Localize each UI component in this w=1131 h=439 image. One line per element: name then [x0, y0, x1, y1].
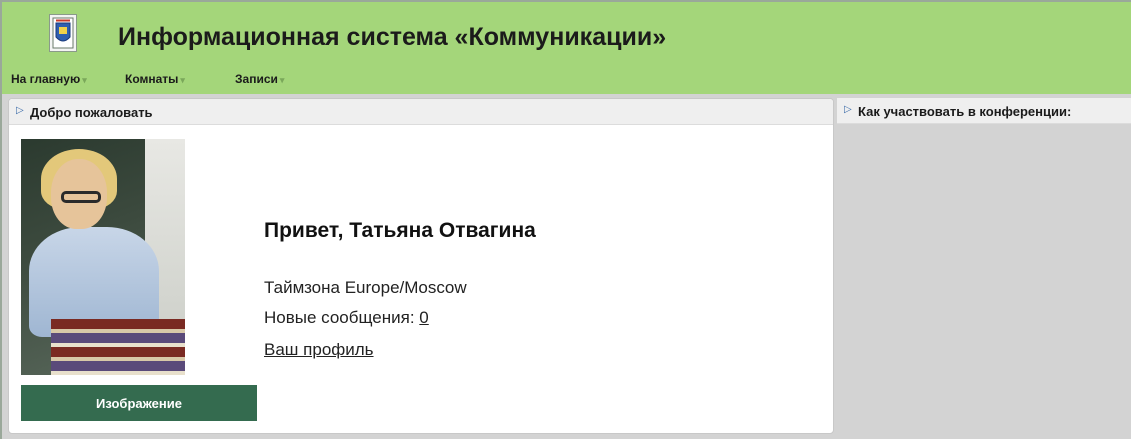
main-nav: На главную ▾ Комнаты ▾ Записи ▾: [11, 72, 284, 86]
chevron-down-icon: ▾: [82, 75, 87, 85]
nav-item-rooms[interactable]: Комнаты ▾: [120, 72, 227, 86]
welcome-panel: ▷ Добро пожаловать Изображение Привет, Т…: [8, 98, 834, 434]
expand-arrow-icon[interactable]: ▷: [16, 105, 24, 116]
profile-line: Ваш профиль: [264, 340, 374, 360]
profile-link[interactable]: Ваш профиль: [264, 340, 374, 359]
nav-item-home[interactable]: На главную ▾: [11, 72, 120, 86]
chevron-down-icon: ▾: [279, 75, 285, 85]
timezone-value: Europe/Moscow: [344, 278, 467, 297]
welcome-panel-title: Добро пожаловать: [30, 105, 153, 120]
nav-item-label: Записи: [235, 72, 278, 86]
conference-panel-title: Как участвовать в конференции:: [858, 104, 1072, 119]
nav-item-label: На главную: [11, 72, 81, 86]
conference-panel-header[interactable]: ▷ Как участвовать в конференции:: [837, 98, 1131, 124]
nav-item-label: Комнаты: [125, 72, 179, 86]
emblem-logo-icon[interactable]: [49, 14, 77, 52]
expand-arrow-icon[interactable]: ▷: [844, 104, 852, 115]
chevron-down-icon: ▾: [180, 75, 185, 85]
messages-label: Новые сообщения:: [264, 308, 415, 327]
nav-item-records[interactable]: Записи ▾: [227, 72, 284, 86]
photo-books: [51, 319, 185, 375]
timezone-label: Таймзона: [264, 278, 340, 297]
messages-line: Новые сообщения: 0: [264, 308, 429, 328]
change-image-button[interactable]: Изображение: [21, 385, 257, 421]
conference-panel-body: [837, 125, 1131, 439]
app-header: Информационная система «Коммуникации» На…: [2, 2, 1131, 94]
user-avatar-photo: [21, 139, 185, 375]
timezone-line: Таймзона Europe/Moscow: [264, 278, 467, 298]
greeting-heading: Привет, Татьяна Отвагина: [264, 219, 536, 242]
photo-figure-glasses: [61, 191, 101, 203]
messages-count-link[interactable]: 0: [419, 308, 428, 327]
app-title: Информационная система «Коммуникации»: [118, 23, 667, 51]
welcome-panel-header[interactable]: ▷ Добро пожаловать: [9, 99, 833, 125]
